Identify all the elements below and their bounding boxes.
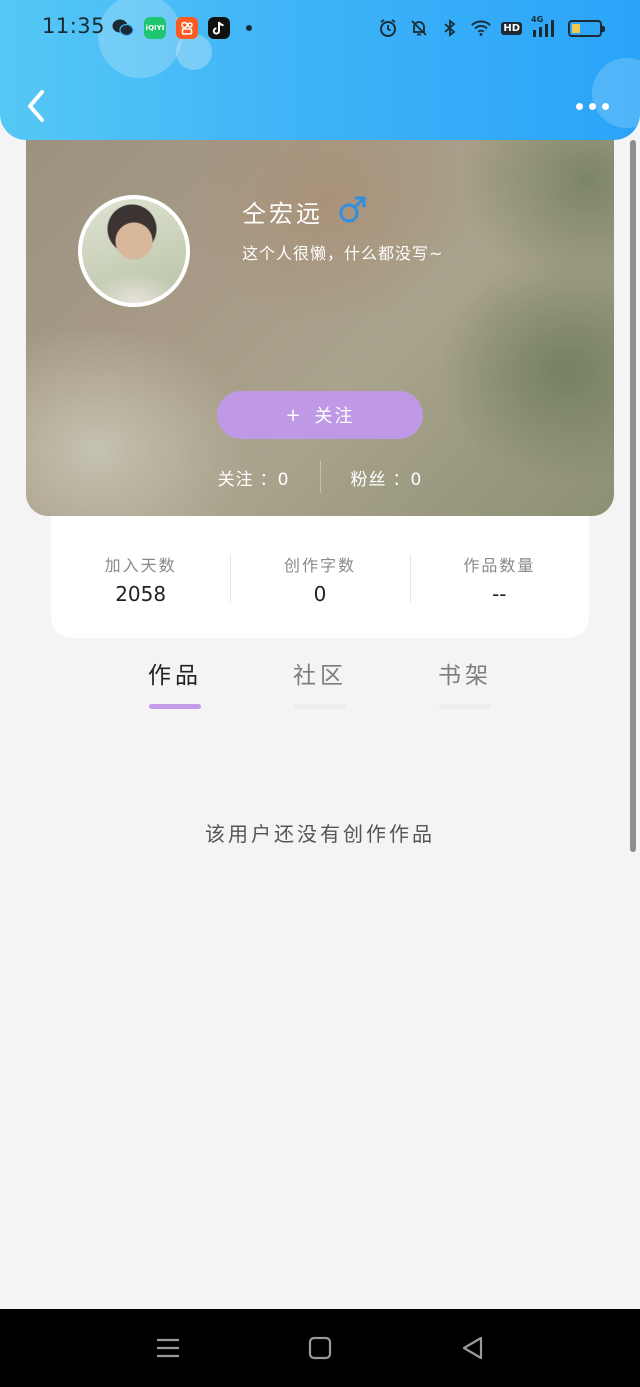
follow-stats: 关注 ：0 粉丝 ：0 bbox=[26, 460, 614, 494]
avatar[interactable] bbox=[78, 195, 190, 307]
user-name: 仝宏远 bbox=[242, 200, 323, 228]
back-triangle-icon bbox=[462, 1336, 483, 1360]
empty-works-message: 该用户还没有创作作品 bbox=[205, 822, 435, 846]
works-count-value: -- bbox=[492, 582, 507, 606]
tab-works[interactable]: 作品 bbox=[115, 656, 235, 709]
home-button[interactable] bbox=[305, 1333, 335, 1363]
tiktok-icon bbox=[208, 17, 230, 39]
app-header: 11:35 iQIYI HD 4G bbox=[0, 0, 640, 140]
hd-icon: HD bbox=[501, 21, 522, 35]
plus-icon: + bbox=[285, 404, 303, 426]
word-count-stat: 创作字数 0 bbox=[230, 552, 409, 606]
tab-bookshelf[interactable]: 书架 bbox=[405, 656, 525, 709]
system-back-button[interactable] bbox=[458, 1333, 488, 1363]
iqiyi-icon: iQIYI bbox=[144, 17, 166, 39]
tab-indicator bbox=[294, 704, 346, 709]
tab-label: 作品 bbox=[148, 663, 202, 689]
home-icon bbox=[308, 1336, 332, 1360]
alarm-icon bbox=[377, 17, 399, 39]
days-joined-label: 加入天数 bbox=[104, 556, 177, 575]
user-info-card: 加入天数 2058 创作字数 0 作品数量 -- bbox=[51, 516, 589, 638]
kuaishou-icon bbox=[176, 17, 198, 39]
follow-button[interactable]: + 关注 bbox=[217, 391, 423, 439]
signal-4g-icon: 4G bbox=[531, 15, 559, 39]
follow-button-label: 关注 bbox=[314, 406, 355, 427]
tab-label: 社区 bbox=[293, 663, 347, 689]
following-label: 关注 bbox=[217, 469, 254, 490]
more-dots-icon bbox=[589, 102, 596, 110]
profile-tabs: 作品 社区 书架 bbox=[0, 656, 640, 716]
following-stat[interactable]: 关注 ：0 bbox=[218, 465, 290, 490]
back-button[interactable] bbox=[22, 88, 52, 124]
chevron-left-icon bbox=[28, 90, 44, 122]
mute-icon bbox=[408, 17, 430, 39]
followers-stat[interactable]: 粉丝 ：0 bbox=[351, 465, 423, 490]
tab-community[interactable]: 社区 bbox=[260, 656, 380, 709]
tab-indicator bbox=[439, 704, 491, 709]
days-joined-value: 2058 bbox=[115, 582, 167, 606]
system-status-icons: HD 4G bbox=[377, 15, 605, 39]
tab-label: 书架 bbox=[438, 663, 492, 689]
status-time: 11:35 bbox=[42, 14, 106, 38]
wifi-icon bbox=[470, 17, 492, 39]
status-bar: 11:35 iQIYI HD 4G bbox=[0, 0, 640, 58]
more-notifications-dot bbox=[246, 25, 252, 31]
followers-count: ：0 bbox=[392, 469, 423, 490]
scrollbar[interactable] bbox=[630, 140, 636, 852]
tab-indicator bbox=[149, 704, 201, 709]
male-symbol-icon bbox=[339, 196, 366, 223]
word-count-value: 0 bbox=[313, 582, 327, 606]
days-joined-stat: 加入天数 2058 bbox=[51, 552, 230, 606]
more-dots-icon bbox=[576, 102, 583, 110]
recent-apps-button[interactable] bbox=[153, 1333, 183, 1363]
word-count-label: 创作字数 bbox=[283, 556, 356, 575]
following-count: ：0 bbox=[259, 469, 290, 490]
works-count-stat: 作品数量 -- bbox=[409, 552, 589, 606]
wechat-icon bbox=[112, 17, 134, 39]
works-count-label: 作品数量 bbox=[463, 556, 536, 575]
stats-divider bbox=[319, 461, 321, 493]
system-navigation-bar bbox=[0, 1309, 640, 1387]
more-options-button[interactable] bbox=[576, 96, 612, 116]
battery-level bbox=[572, 23, 580, 33]
profile-card: 仝宏远 这个人很懒，什么都没写~ + 关注 关注 ：0 粉丝 ：0 bbox=[26, 120, 614, 516]
notification-app-icons: iQIYI bbox=[112, 17, 252, 39]
battery-icon bbox=[568, 19, 605, 37]
decorative-bubble bbox=[592, 58, 640, 128]
bluetooth-icon bbox=[439, 17, 461, 39]
more-dots-icon bbox=[602, 102, 609, 110]
user-bio: 这个人很懒，什么都没写~ bbox=[242, 244, 444, 263]
followers-label: 粉丝 bbox=[350, 469, 387, 490]
menu-icon bbox=[157, 1338, 179, 1358]
